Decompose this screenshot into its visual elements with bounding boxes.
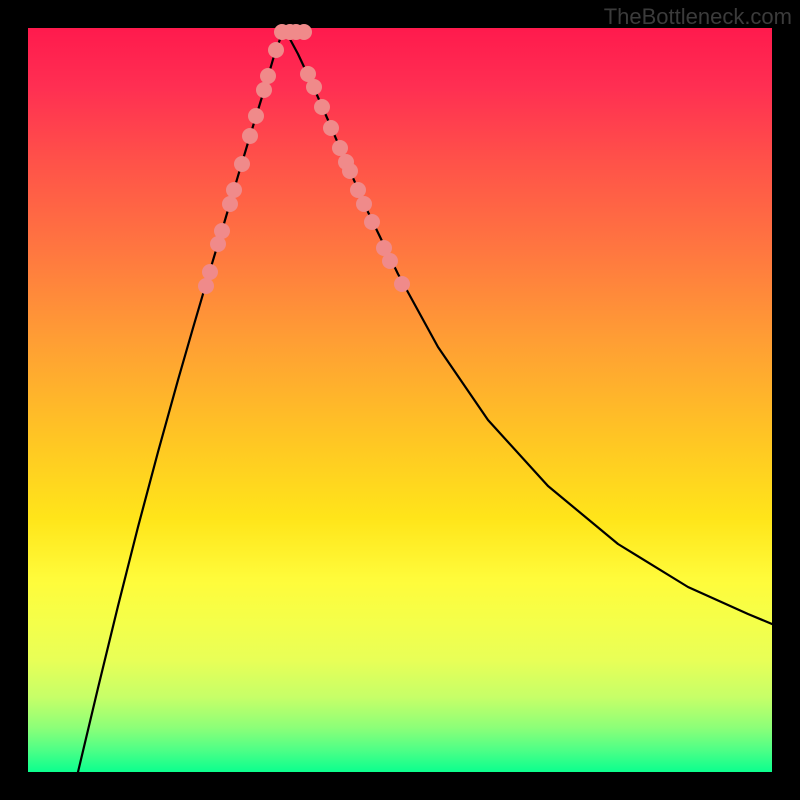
data-marker: [234, 156, 250, 172]
data-marker: [260, 68, 276, 84]
curve-group: [78, 28, 772, 772]
data-marker: [314, 99, 330, 115]
data-marker: [256, 82, 272, 98]
data-marker: [323, 120, 339, 136]
data-marker: [342, 163, 358, 179]
data-marker: [268, 42, 284, 58]
data-marker: [332, 140, 348, 156]
data-marker: [394, 276, 410, 292]
data-marker: [296, 24, 312, 40]
chart-frame: TheBottleneck.com: [0, 0, 800, 800]
data-marker: [382, 253, 398, 269]
data-marker: [202, 264, 218, 280]
curve-bottleneck-curve-right: [284, 28, 772, 624]
data-marker: [198, 278, 214, 294]
data-marker: [222, 196, 238, 212]
data-marker: [364, 214, 380, 230]
data-marker: [214, 223, 230, 239]
data-marker: [356, 196, 372, 212]
data-marker: [306, 79, 322, 95]
chart-svg: [28, 28, 772, 772]
watermark-text: TheBottleneck.com: [604, 4, 792, 30]
data-marker: [248, 108, 264, 124]
plot-area: [28, 28, 772, 772]
data-marker: [226, 182, 242, 198]
data-marker: [350, 182, 366, 198]
data-marker: [242, 128, 258, 144]
